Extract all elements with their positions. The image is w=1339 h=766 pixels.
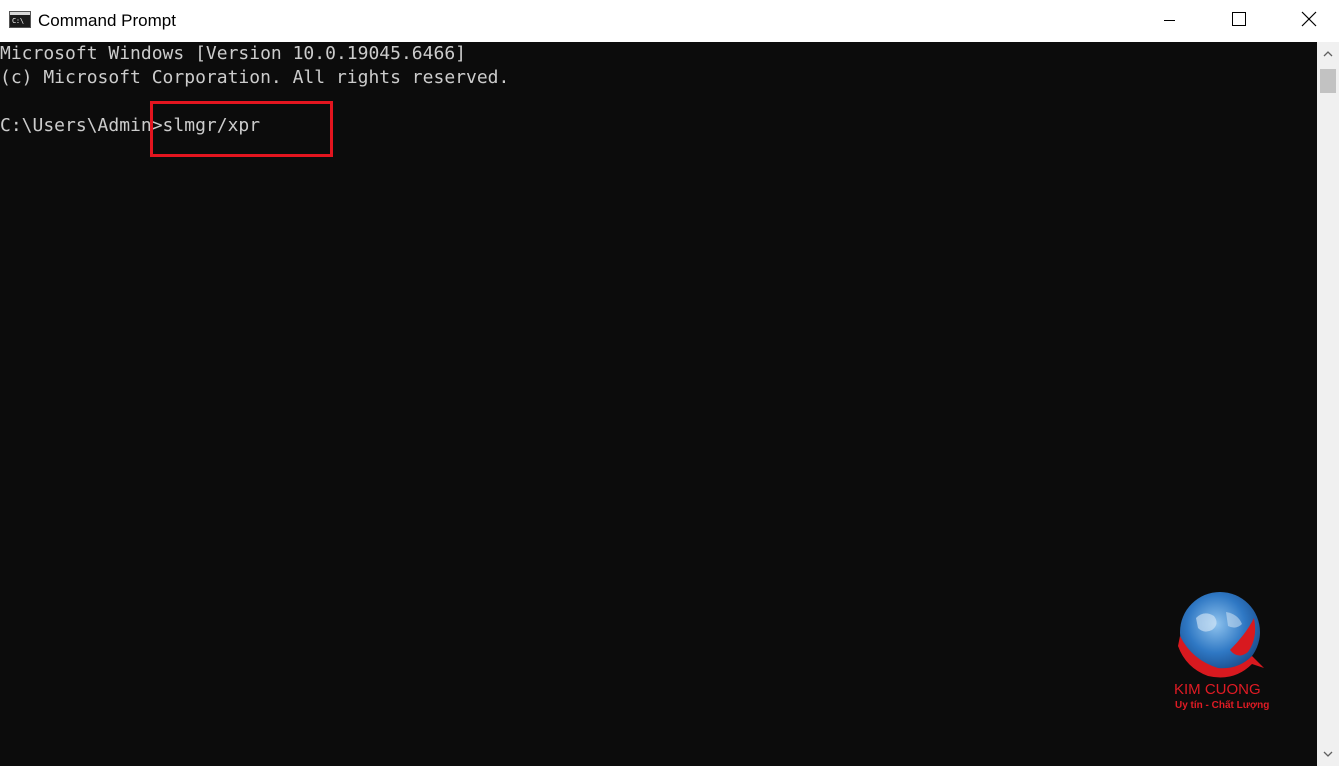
minimize-button[interactable] [1134,0,1204,42]
watermark-brand: KIM CUONG [1174,681,1261,698]
cmd-icon[interactable]: C:\ [9,11,31,28]
command-highlight-box [150,101,333,157]
maximize-button[interactable] [1204,0,1274,42]
minimize-icon [1164,20,1175,21]
maximize-icon [1232,12,1246,26]
title-bar[interactable]: C:\ Command Prompt [0,0,1339,42]
close-icon [1301,11,1317,27]
command-prompt-window: C:\ Command Prompt Microsoft Windows [Ve… [0,0,1339,766]
scroll-down-button[interactable] [1317,742,1339,766]
scroll-up-button[interactable] [1317,42,1339,66]
console-output[interactable]: Microsoft Windows [Version 10.0.19045.64… [0,42,1317,766]
console-line-copyright: (c) Microsoft Corporation. All rights re… [0,67,510,88]
console-line-version: Microsoft Windows [Version 10.0.19045.64… [0,43,466,64]
vertical-scrollbar[interactable] [1317,42,1339,766]
close-button[interactable] [1274,0,1339,42]
scroll-up-arrow-icon [1323,51,1333,57]
scroll-thumb[interactable] [1320,69,1336,93]
window-title: Command Prompt [38,11,176,30]
scroll-down-arrow-icon [1323,751,1333,757]
watermark-slogan: Uy tín - Chất Lượng [1175,700,1270,711]
